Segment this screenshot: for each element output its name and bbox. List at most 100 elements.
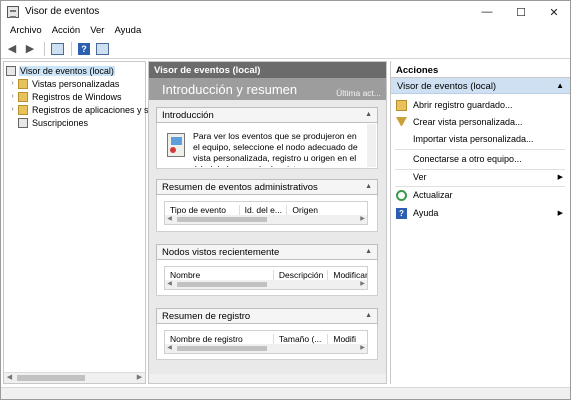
column-header[interactable]: Descripción — [274, 270, 329, 280]
scroll-right-icon[interactable]: ▶ — [134, 373, 145, 383]
intro-text: Para ver los eventos que se produjeron e… — [193, 131, 358, 167]
status-bar — [1, 387, 570, 399]
section-header[interactable]: Introducción ▲ — [156, 107, 378, 123]
column-header[interactable]: Nombre de registro — [165, 334, 274, 344]
log-summary-table[interactable]: Nombre de registro Tamaño (... Modifi ◀ … — [164, 330, 368, 354]
action-label: Ayuda — [413, 208, 439, 218]
maximize-button[interactable]: ☐ — [504, 1, 538, 23]
tree-horizontal-scrollbar[interactable]: ◀ ▶ — [4, 372, 145, 383]
console-tree[interactable]: Visor de eventos (local) › Vistas person… — [3, 61, 149, 384]
help-icon: ? — [78, 42, 90, 55]
action-connect-computer[interactable]: Conectarse a otro equipo... — [391, 151, 569, 167]
minimize-button[interactable]: — — [470, 1, 504, 23]
menu-archivo[interactable]: Archivo — [5, 23, 47, 39]
column-header[interactable]: Modifi — [328, 334, 367, 344]
admin-events-table[interactable]: Tipo de evento Id. del e... Origen ◀ ▶ — [164, 201, 368, 225]
recent-nodes-table[interactable]: Nombre Descripción Modificar ◀ ▶ — [164, 266, 368, 290]
scroll-right-icon[interactable]: ▶ — [358, 215, 367, 224]
collapse-icon[interactable]: ▲ — [365, 183, 372, 190]
menu-accion[interactable]: Acción — [47, 23, 86, 39]
tree-item-custom-views[interactable]: › Vistas personalizadas — [8, 77, 120, 90]
action-label: Ver — [413, 172, 427, 182]
action-refresh[interactable]: Actualizar — [391, 187, 569, 203]
scroll-thumb[interactable] — [177, 217, 267, 222]
menu-ayuda[interactable]: Ayuda — [109, 23, 146, 39]
event-viewer-app-icon — [7, 6, 19, 18]
tree-item-app-logs[interactable]: › Registros de aplicaciones y s — [8, 103, 150, 116]
collapse-up-icon[interactable]: ▲ — [556, 81, 564, 90]
section-body: Nombre Descripción Modificar ◀ ▶ — [156, 260, 378, 296]
action-label: Conectarse a otro equipo... — [413, 154, 522, 164]
center-horizontal-scrollbar[interactable] — [149, 374, 386, 383]
scroll-left-icon[interactable]: ◀ — [165, 215, 174, 224]
scroll-left-icon[interactable]: ◀ — [165, 280, 174, 289]
section-header[interactable]: Nodos vistos recientemente ▲ — [156, 244, 378, 260]
action-import-custom-view[interactable]: Importar vista personalizada... — [391, 131, 569, 147]
collapse-icon[interactable]: ▲ — [365, 111, 372, 118]
toolbar-separator — [44, 41, 45, 56]
help-button[interactable]: ? — [76, 42, 92, 56]
toolbar-separator — [71, 41, 72, 56]
scroll-thumb[interactable] — [177, 346, 267, 351]
action-pane-toggle-button[interactable] — [94, 42, 110, 56]
scroll-left-icon[interactable]: ◀ — [165, 344, 174, 353]
close-button[interactable]: ✕ — [537, 1, 570, 23]
folder-icon — [18, 104, 28, 115]
table-horizontal-scrollbar[interactable]: ◀ ▶ — [165, 215, 367, 224]
action-create-custom-view[interactable]: Crear vista personalizada... — [391, 114, 569, 130]
section-body: Tipo de evento Id. del e... Origen ◀ ▶ — [156, 195, 378, 232]
chevron-right-icon[interactable]: › — [8, 80, 17, 87]
section-log-summary: Resumen de registro ▲ Nombre de registro… — [156, 308, 378, 360]
tree-item-subscriptions[interactable]: Suscripciones — [17, 116, 89, 129]
chevron-right-icon[interactable]: › — [8, 106, 17, 113]
column-header[interactable]: Tamaño (... — [274, 334, 329, 344]
tree-item-label: Registros de aplicaciones y s — [32, 104, 149, 115]
scroll-right-icon[interactable]: ▶ — [358, 344, 367, 353]
section-header[interactable]: Resumen de eventos administrativos ▲ — [156, 179, 378, 195]
action-open-saved-log[interactable]: Abrir registro guardado... — [391, 97, 569, 113]
scroll-right-icon[interactable]: ▶ — [358, 280, 367, 289]
actions-group-header[interactable]: Visor de eventos (local) ▲ — [391, 78, 570, 94]
folder-icon — [18, 91, 28, 102]
action-label: Actualizar — [413, 190, 453, 200]
subscriptions-icon — [18, 117, 28, 128]
action-help[interactable]: ? Ayuda ▶ — [391, 205, 569, 221]
scroll-left-icon[interactable]: ◀ — [4, 373, 15, 383]
tree-item-label: Suscripciones — [32, 117, 89, 128]
collapse-icon[interactable]: ▲ — [365, 312, 372, 319]
show-hide-tree-button[interactable] — [49, 42, 65, 56]
folder-open-icon — [396, 99, 407, 111]
column-header[interactable]: Origen — [287, 205, 367, 215]
forward-arrow-icon[interactable]: ▶ — [22, 42, 38, 56]
section-title: Nodos vistos recientemente — [162, 247, 280, 258]
scroll-thumb[interactable] — [177, 282, 267, 287]
blank-icon — [396, 172, 407, 183]
center-header: Visor de eventos (local) — [149, 62, 386, 78]
column-header[interactable]: Id. del e... — [240, 205, 288, 215]
back-arrow-icon[interactable]: ◀ — [4, 42, 20, 56]
column-header[interactable]: Tipo de evento — [165, 205, 240, 215]
section-header[interactable]: Resumen de registro ▲ — [156, 308, 378, 324]
section-recent-nodes: Nodos vistos recientemente ▲ Nombre Desc… — [156, 244, 378, 296]
window-title: Visor de eventos — [25, 6, 100, 17]
menu-ver[interactable]: Ver — [85, 23, 109, 39]
column-header[interactable]: Modificar — [328, 270, 367, 280]
last-updated-label: Última act... — [336, 88, 381, 98]
action-label: Crear vista personalizada... — [413, 117, 523, 127]
chevron-right-icon[interactable]: › — [8, 93, 17, 100]
event-viewer-icon — [6, 65, 16, 76]
intro-scrollbar[interactable] — [367, 124, 376, 167]
action-label: Importar vista personalizada... — [413, 134, 534, 144]
column-header[interactable]: Nombre — [165, 270, 274, 280]
tree-item-root[interactable]: Visor de eventos (local) — [5, 64, 115, 77]
separator — [395, 149, 565, 150]
filter-icon — [396, 116, 407, 128]
action-view[interactable]: Ver ▶ — [391, 169, 569, 185]
collapse-icon[interactable]: ▲ — [365, 248, 372, 255]
scroll-thumb[interactable] — [17, 375, 85, 381]
tree-item-windows-logs[interactable]: › Registros de Windows — [8, 90, 123, 103]
refresh-icon — [396, 189, 407, 201]
section-body: Para ver los eventos que se produjeron e… — [156, 123, 378, 169]
table-horizontal-scrollbar[interactable]: ◀ ▶ — [165, 344, 367, 353]
table-horizontal-scrollbar[interactable]: ◀ ▶ — [165, 280, 367, 289]
